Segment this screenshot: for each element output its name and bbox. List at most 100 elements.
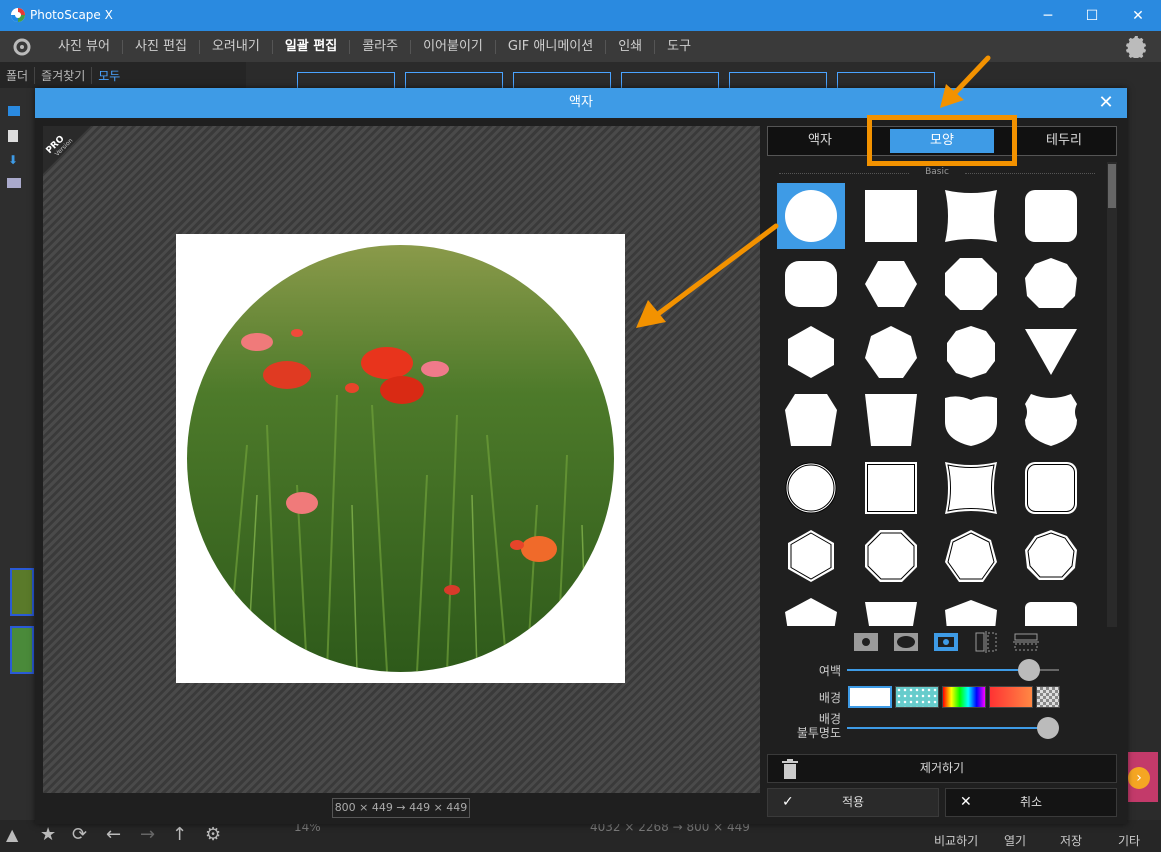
menu-cut-out[interactable]: 오려내기 [200, 39, 273, 54]
save-button[interactable]: 저장 [1060, 832, 1082, 849]
menu-print[interactable]: 인쇄 [606, 39, 656, 54]
app-logo-icon [11, 8, 25, 22]
shape-circle[interactable] [777, 183, 845, 249]
shape-concave-square[interactable] [937, 183, 1005, 249]
shape-concave-square-outline[interactable] [937, 455, 1005, 521]
shape-rounded-square[interactable] [1017, 183, 1085, 249]
shape-rounded-square-outline[interactable] [1017, 455, 1085, 521]
shape-grid [777, 183, 1107, 626]
star-icon[interactable]: ★ [40, 824, 62, 846]
apply-button[interactable]: ✓ 적용 [767, 788, 939, 817]
tab-all[interactable]: 모두 [92, 67, 126, 84]
tab-favorites[interactable]: 즐겨찾기 [35, 66, 93, 84]
collapse-icon[interactable]: ▲ [6, 824, 28, 846]
bg-swatch-transparent[interactable] [1036, 686, 1060, 708]
menu-photo-viewer[interactable]: 사진 뷰어 [46, 39, 123, 54]
frame-mode-ellipse-icon[interactable] [893, 631, 919, 653]
bottom-toolbar: ▲ ★ ⟳ ← → ↑ ⚙ 14% 4032 × 2268 → 800 × 44… [0, 820, 1161, 852]
shape-pentagon-outline[interactable] [777, 591, 845, 626]
settings-gear-icon[interactable] [1125, 36, 1147, 58]
left-folder-panel: ⬇ [0, 88, 36, 828]
highlight-box [867, 115, 1017, 166]
shape-trapezoid-rounded-outline[interactable] [1017, 591, 1085, 626]
apply-button-label: 적용 [841, 795, 865, 809]
back-arrow-icon[interactable]: ← [106, 824, 128, 846]
shape-hexagon-outline[interactable] [777, 523, 845, 589]
forward-arrow-icon[interactable]: → [140, 824, 162, 846]
home-icon[interactable] [12, 37, 32, 57]
right-tools-panel: › [1124, 62, 1161, 842]
background-label: 배경 [818, 691, 841, 705]
menu-tools[interactable]: 도구 [655, 39, 703, 54]
menu-items: 사진 뷰어 사진 편집 오려내기 일괄 편집 콜라주 이어붙이기 GIF 애니메… [46, 31, 703, 62]
shape-circle-outline[interactable] [777, 455, 845, 521]
shape-nonagon[interactable] [1017, 251, 1085, 317]
menu-collage[interactable]: 콜라주 [350, 39, 412, 54]
shape-decagon[interactable] [937, 319, 1005, 385]
preview-canvas: PRO Version [43, 126, 760, 793]
frame-dialog: 액자 ✕ PRO Version 800 × 449 → 449 × 449 액… [35, 88, 1127, 824]
tab-border[interactable]: 테두리 [1012, 127, 1116, 155]
maximize-button[interactable]: ☐ [1069, 0, 1115, 31]
shape-triangle[interactable] [1017, 319, 1085, 385]
frame-mode-rect-icon[interactable] [853, 631, 879, 653]
shape-shield[interactable] [937, 387, 1005, 453]
next-arrow-icon[interactable]: › [1128, 767, 1150, 789]
frame-mode-buttons [853, 631, 1039, 655]
frame-mode-selected-icon[interactable] [933, 631, 959, 653]
opacity-label-line2: 불투명도 [796, 726, 841, 740]
main-menubar: 사진 뷰어 사진 편집 오려내기 일괄 편집 콜라주 이어붙이기 GIF 애니메… [0, 31, 1161, 62]
check-icon: ✓ [782, 794, 794, 810]
shape-heptagon-outline[interactable] [937, 523, 1005, 589]
compare-button[interactable]: 비교하기 [934, 832, 978, 849]
tab-frame[interactable]: 액자 [768, 127, 872, 155]
browser-subbar: 폴더 즐겨찾기 모두 [0, 62, 246, 88]
dialog-title: 액자 [35, 88, 1127, 118]
open-button[interactable]: 열기 [1004, 832, 1026, 849]
app-title: PhotoScape X [30, 8, 113, 22]
bg-swatch-pattern[interactable] [895, 686, 939, 708]
remove-button-label: 제거하기 [919, 761, 965, 775]
cancel-button[interactable]: ✕ 취소 [945, 788, 1117, 817]
menu-photo-editor[interactable]: 사진 편집 [123, 39, 200, 54]
shape-scrollbar[interactable] [1107, 162, 1117, 627]
shape-octagon[interactable] [937, 251, 1005, 317]
bg-swatch-white[interactable] [848, 686, 892, 708]
trash-icon [782, 759, 798, 779]
photo-preview-frame [176, 234, 625, 683]
shape-pentagon-shield[interactable] [777, 387, 845, 453]
shape-hexagon[interactable] [857, 251, 925, 317]
shape-pentagon-rounded-outline[interactable] [937, 591, 1005, 626]
margin-label: 여백 [818, 664, 841, 678]
shape-square[interactable] [857, 183, 925, 249]
window-close-button[interactable]: ✕ [1115, 0, 1161, 31]
menu-gif-animation[interactable]: GIF 애니메이션 [496, 39, 607, 54]
shape-badge[interactable] [1017, 387, 1085, 453]
shape-nonagon-outline[interactable] [1017, 523, 1085, 589]
x-icon: ✕ [960, 794, 972, 810]
shape-square-outline[interactable] [857, 455, 925, 521]
flip-vertical-icon[interactable] [1013, 631, 1039, 653]
menu-batch-edit[interactable]: 일괄 편집 [273, 39, 351, 54]
section-basic-label: Basic [779, 167, 1095, 179]
cancel-button-label: 취소 [1019, 795, 1043, 809]
pro-version-badge: PRO Version [43, 126, 91, 174]
more-button[interactable]: 기타 [1118, 832, 1140, 849]
dialog-close-icon[interactable]: ✕ [1095, 92, 1117, 114]
remove-button[interactable]: 제거하기 [767, 754, 1117, 783]
gear-icon[interactable]: ⚙ [205, 824, 227, 846]
shape-squircle[interactable] [777, 251, 845, 317]
bg-swatch-gradient[interactable] [989, 686, 1033, 708]
bg-swatch-rainbow[interactable] [942, 686, 986, 708]
flip-horizontal-icon[interactable] [973, 631, 999, 653]
shape-octagon-outline[interactable] [857, 523, 925, 589]
rotate-icon[interactable]: ⟳ [72, 824, 94, 846]
shape-trapezoid-outline[interactable] [857, 591, 925, 626]
tab-folders[interactable]: 폴더 [0, 66, 36, 84]
minimize-button[interactable]: ─ [1025, 0, 1071, 31]
shape-hexagon-vertical[interactable] [777, 319, 845, 385]
up-arrow-icon[interactable]: ↑ [172, 824, 194, 846]
shape-heptagon[interactable] [857, 319, 925, 385]
menu-combine[interactable]: 이어붙이기 [411, 39, 496, 54]
shape-trapezoid[interactable] [857, 387, 925, 453]
